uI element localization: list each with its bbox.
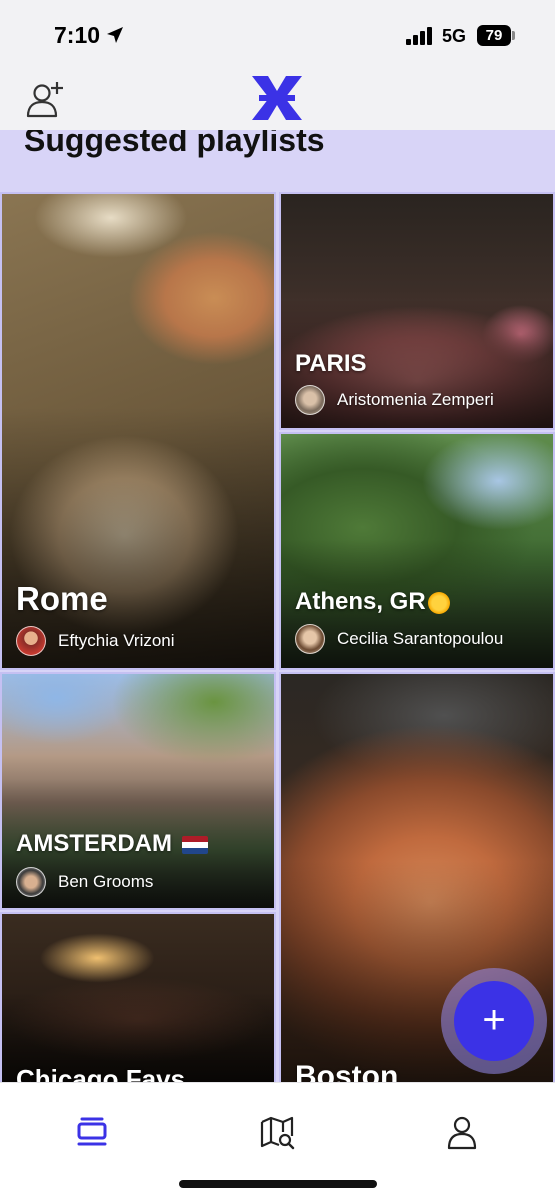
map-search-icon[interactable] (259, 1114, 295, 1150)
playlist-author: Cecilia Sarantopoulou (295, 624, 503, 654)
home-indicator (179, 1180, 377, 1188)
author-avatar (16, 626, 46, 656)
playlist-title: Rome (16, 580, 108, 617)
playlist-card-athens[interactable]: Athens, GR Cecilia Sarantopoulou (279, 432, 555, 670)
playlist-title-text: Athens, GR (295, 588, 426, 615)
author-avatar (295, 624, 325, 654)
create-playlist-button[interactable]: + (454, 981, 534, 1061)
author-name: Ben Grooms (58, 872, 154, 891)
network-type: 5G (442, 26, 467, 46)
cellular-signal-icon (406, 27, 432, 45)
author-name: Cecilia Sarantopoulou (337, 629, 504, 648)
netherlands-flag-icon (182, 835, 208, 854)
playlist-title: Boston (295, 1060, 399, 1082)
x-logo-icon (252, 76, 302, 120)
playlist-author: Ben Grooms (16, 867, 153, 897)
battery-indicator: 79 (477, 25, 511, 46)
playlist-author: Eftychia Vrizoni (16, 626, 175, 656)
add-user-icon[interactable] (26, 80, 66, 118)
playlist-card-amsterdam[interactable]: AMSTERDAM Ben Grooms (0, 672, 276, 910)
sun-emoji-icon (427, 591, 450, 614)
playlist-feed[interactable]: Rome Eftychia Vrizoni PARIS Aristomenia … (0, 192, 555, 1082)
author-avatar (295, 385, 325, 415)
playlist-card-paris[interactable]: PARIS Aristomenia Zemperi (279, 192, 555, 430)
playlist-author: Aristomenia Zemperi (295, 385, 494, 415)
status-time: 7:10 (54, 22, 101, 48)
playlist-card-rome[interactable]: Rome Eftychia Vrizoni (0, 192, 276, 670)
author-name: Eftychia Vrizoni (58, 631, 175, 650)
playlist-title: AMSTERDAM (16, 830, 208, 858)
playlists-icon[interactable] (74, 1114, 110, 1150)
battery-nub (512, 31, 515, 40)
section-header: Suggested playlists (0, 130, 555, 192)
section-title: Suggested playlists (24, 130, 325, 158)
playlist-title-text: AMSTERDAM (16, 830, 172, 857)
author-avatar (16, 867, 46, 897)
author-name: Aristomenia Zemperi (337, 390, 494, 409)
playlist-title: Chicago Favs (16, 1064, 186, 1082)
location-arrow-icon (107, 27, 123, 43)
playlist-title: Athens, GR (295, 588, 450, 616)
playlist-title: PARIS (295, 350, 367, 377)
profile-icon[interactable] (444, 1114, 480, 1150)
playlist-card-chicago[interactable]: Chicago Favs (0, 912, 276, 1082)
